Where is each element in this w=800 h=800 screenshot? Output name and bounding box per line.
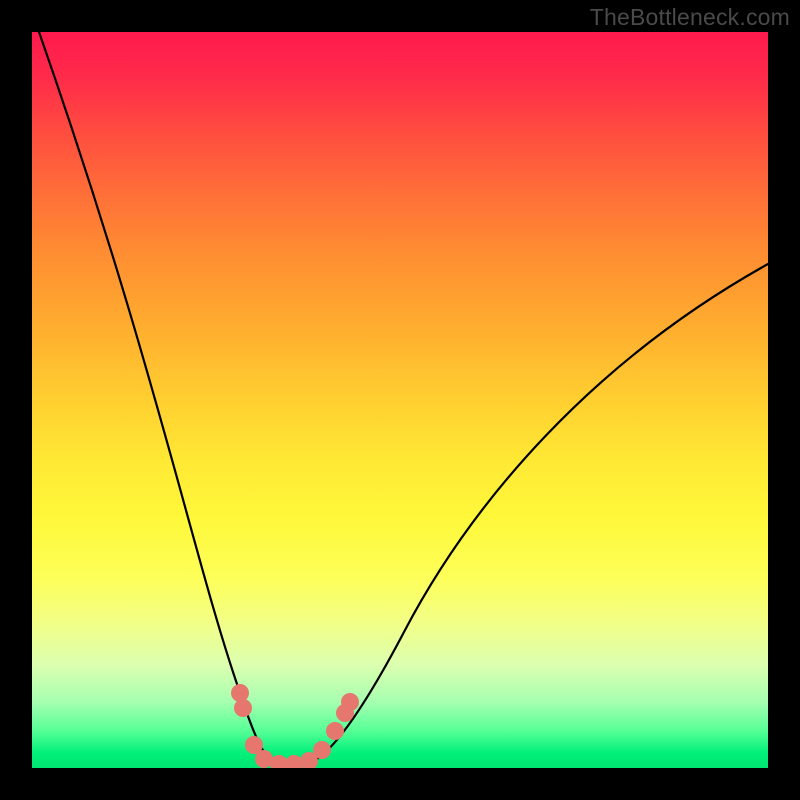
plot-area <box>32 32 768 768</box>
watermark-label: TheBottleneck.com <box>590 4 790 31</box>
curve-marker <box>326 722 344 740</box>
curve-marker <box>234 699 252 717</box>
curve-markers <box>231 684 359 768</box>
bottleneck-curve <box>32 32 768 766</box>
curve-marker <box>313 741 331 759</box>
curve-layer <box>32 32 768 768</box>
chart-frame: TheBottleneck.com <box>0 0 800 800</box>
curve-marker <box>341 693 359 711</box>
curve-marker <box>231 684 249 702</box>
